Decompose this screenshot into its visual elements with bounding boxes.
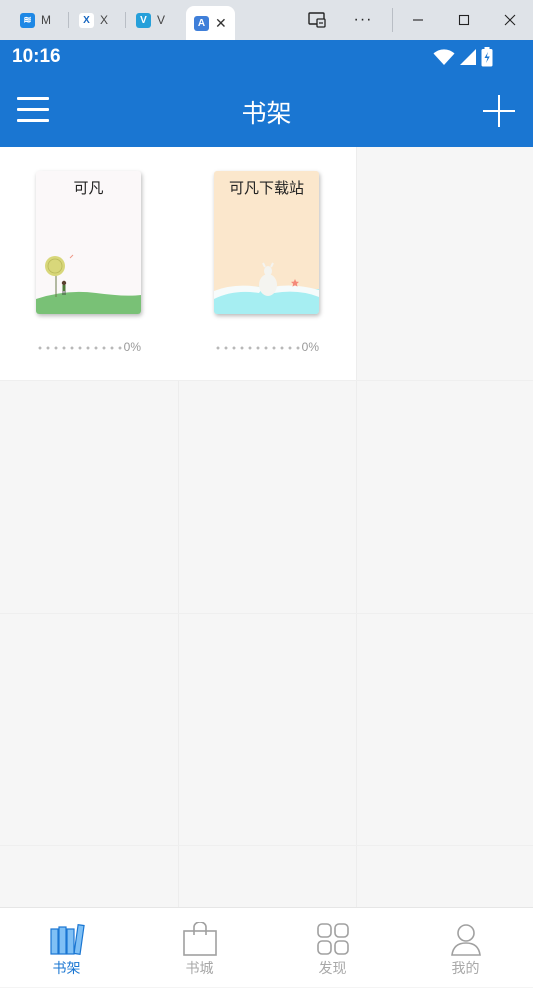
- a-icon: A: [194, 15, 209, 31]
- screen-cast-icon[interactable]: [297, 0, 337, 40]
- tab-label: X: [100, 13, 109, 27]
- tab-label: V: [157, 13, 166, 27]
- progress-dots: [36, 346, 122, 350]
- book-cover[interactable]: 可凡: [36, 171, 141, 314]
- progress-percent: 0%: [301, 340, 319, 354]
- browser-tab-strip: ≋ M X X V V A ✕ ···: [0, 0, 533, 40]
- bookshelf-grid: 可凡 0% 可凡下载站 0%: [0, 147, 533, 907]
- bag-icon: [183, 922, 217, 956]
- nav-bookshelf[interactable]: 书架: [0, 908, 133, 988]
- bookshelf-icon: [50, 924, 85, 955]
- nav-discover[interactable]: 发现: [266, 908, 399, 988]
- v-icon: V: [136, 12, 151, 28]
- tab-label: M: [41, 13, 51, 27]
- page-title: 书架: [241, 99, 292, 128]
- signal-icon: [460, 49, 476, 65]
- book-item[interactable]: 可凡 0%: [0, 147, 178, 380]
- grid-icon: [317, 923, 349, 955]
- nav-label: 我的: [451, 961, 480, 977]
- nav-label: 书城: [185, 961, 214, 977]
- book-cover-title: 可凡: [73, 179, 104, 197]
- nav-bookstore[interactable]: 书城: [133, 908, 266, 988]
- maxthon-icon: ≋: [20, 12, 35, 28]
- book-cover[interactable]: 可凡下载站: [214, 171, 319, 314]
- status-icons: [433, 47, 493, 67]
- reading-progress: 0%: [214, 340, 319, 354]
- close-tab-icon[interactable]: ✕: [215, 15, 227, 32]
- close-window-button[interactable]: [490, 0, 530, 40]
- x-icon: X: [79, 12, 94, 28]
- nav-label: 发现: [318, 961, 347, 977]
- wifi-icon: [433, 49, 455, 65]
- book-cover-title: 可凡下载站: [228, 179, 304, 197]
- book-item[interactable]: 可凡下载站 0%: [178, 147, 356, 380]
- nav-label: 书架: [52, 961, 81, 977]
- battery-icon: [481, 47, 493, 67]
- maximize-button[interactable]: [444, 0, 484, 40]
- browser-tab-3[interactable]: V V: [136, 6, 165, 34]
- status-time: 10:16: [12, 46, 61, 67]
- person-icon: [451, 924, 481, 956]
- browser-tab-2[interactable]: X X: [79, 6, 108, 34]
- bottom-nav: 书架 书城 发现 我的: [0, 907, 533, 987]
- progress-dots: [214, 346, 300, 350]
- more-options-icon[interactable]: ···: [343, 0, 383, 40]
- browser-tab-1[interactable]: ≋ M: [20, 6, 51, 34]
- progress-percent: 0%: [123, 340, 141, 354]
- browser-tab-active[interactable]: A ✕: [186, 6, 235, 40]
- reading-progress: 0%: [36, 340, 141, 354]
- nav-profile[interactable]: 我的: [399, 908, 532, 988]
- minimize-button[interactable]: [398, 0, 438, 40]
- add-book-icon[interactable]: [483, 95, 515, 127]
